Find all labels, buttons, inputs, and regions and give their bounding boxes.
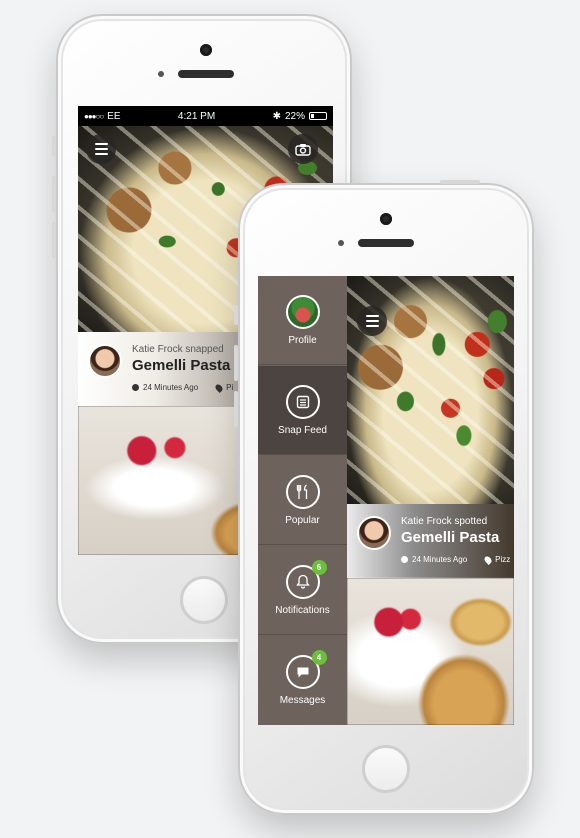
sidebar-item-notifications[interactable]: 6 Notifications [258,546,347,635]
post-meta: 24 Minutes Ago Pizz [401,554,511,565]
mute-switch [52,136,56,156]
earpiece-speaker [358,239,414,247]
front-screen: Profile Snap Feed Popular 6 Notification… [258,276,514,725]
location-label: Pi [226,383,234,392]
dessert-photo[interactable] [347,578,514,725]
post-card[interactable]: Katie Frock spotted Gemelli Pasta 24 Min… [347,504,514,578]
bell-icon: 6 [285,559,327,599]
battery-icon [308,112,327,120]
sidebar-item-snap-feed[interactable]: Snap Feed [258,366,347,455]
front-camera [200,44,212,56]
sidebar-menu: Profile Snap Feed Popular 6 Notification… [258,276,347,725]
time-ago: 24 Minutes Ago [412,555,468,564]
proximity-sensor [158,71,164,77]
author-action: Katie Frock snapped [132,344,224,355]
profile-avatar [285,294,320,329]
sidebar-item-label: Notifications [275,604,330,616]
volume-down-button [234,391,238,427]
front-phone: Profile Snap Feed Popular 6 Notification… [234,180,534,815]
earpiece-speaker [178,70,234,78]
sidebar-item-label: Messages [279,695,326,706]
battery-percent: 22% [284,110,305,122]
dish-title: Gemelli Pasta [401,529,500,546]
sidebar-item-label: Popular [285,514,320,526]
power-button [440,180,480,184]
sidebar-item-popular[interactable]: Popular [258,456,347,545]
feed-content: Katie Frock spotted Gemelli Pasta 24 Min… [347,276,514,725]
sidebar-item-profile[interactable]: Profile [258,276,347,365]
chat-icon: 4 [285,650,327,689]
camera-icon[interactable] [288,134,318,164]
location-pin-icon [214,382,225,393]
volume-down-button [52,222,56,258]
mute-switch [234,305,238,325]
dish-title: Gemelli Pasta [132,357,231,374]
author-action: Katie Frock spotted [401,516,488,527]
author-avatar[interactable] [88,344,122,378]
volume-up-button [234,345,238,381]
clock-icon [401,556,408,563]
location-label: Pizz [495,555,511,564]
time-ago: 24 Minutes Ago [143,383,199,392]
hamburger-menu-icon[interactable] [86,134,116,164]
bluetooth-icon: ✱ [272,110,281,122]
home-button [180,576,228,624]
author-avatar[interactable] [357,516,391,550]
clock-icon [132,384,139,391]
sidebar-item-messages[interactable]: 4 Messages [258,636,347,725]
status-time: 4:21 PM [177,110,216,122]
proximity-sensor [338,240,344,246]
list-icon [285,384,320,419]
sidebar-item-label: Profile [288,334,317,346]
signal-icon: ●●●○○ [84,111,104,121]
sidebar-item-label: Snap Feed [278,424,327,436]
status-bar: ●●●○○ EE 4:21 PM ✱ 22% [78,106,333,126]
fork-knife-icon [285,474,320,509]
messages-badge: 4 [311,650,327,665]
volume-up-button [52,176,56,212]
home-button [362,745,410,793]
notifications-badge: 6 [311,559,327,575]
post-meta: 24 Minutes Ago Pi [132,382,234,393]
location-pin-icon [483,554,494,565]
carrier-label: EE [107,110,121,122]
front-camera [380,213,392,225]
hamburger-menu-icon[interactable] [357,306,387,336]
